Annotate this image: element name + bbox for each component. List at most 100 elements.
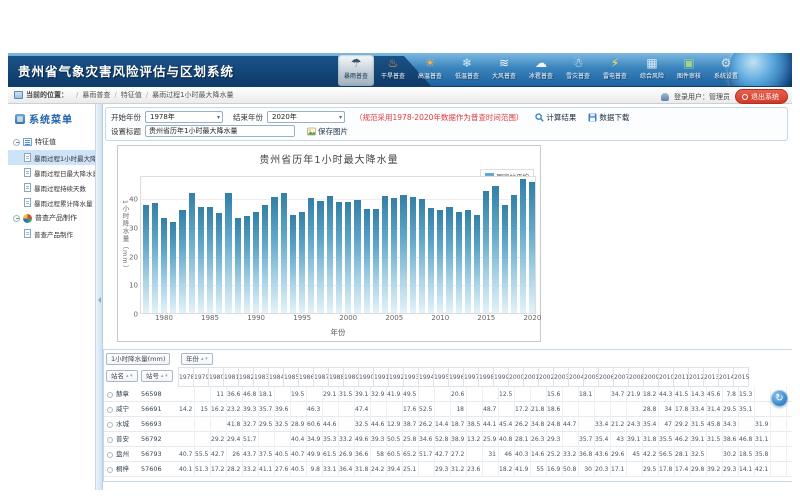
collapse-icon[interactable] bbox=[13, 139, 20, 146]
sidebar-splitter[interactable] bbox=[96, 104, 103, 490]
sidebar-item[interactable]: 暴雨过程累计降水量 bbox=[8, 195, 95, 210]
sidebar-item[interactable]: 暴雨过程1小时最大降水量 bbox=[8, 150, 95, 165]
year-sort-button[interactable]: 年份 ▴ ▾ bbox=[181, 353, 213, 365]
value-cell: 29.3 bbox=[723, 462, 739, 477]
bar-1994 bbox=[290, 215, 296, 313]
table-row: 桐梓5760640.151.317.228.233.241.127.640.59… bbox=[104, 462, 792, 477]
start-year-select[interactable]: 1978年 ▾ bbox=[145, 111, 223, 123]
row-select-radio[interactable] bbox=[107, 392, 113, 398]
calculate-button[interactable]: 计算结果 bbox=[535, 112, 576, 123]
value-cell: 31.8 bbox=[643, 432, 659, 447]
refresh-float-button[interactable]: ↻ bbox=[771, 390, 788, 407]
menu-grid-icon: ▦ bbox=[15, 114, 25, 124]
nav-item-lightning[interactable]: ⚡雷电普查 bbox=[597, 55, 633, 86]
station-id-sort-button[interactable]: 站号 ▴ ▾ bbox=[141, 370, 173, 382]
x-axis-label: 年份 bbox=[140, 327, 536, 338]
nav-item-label: 冰雹普查 bbox=[529, 72, 553, 80]
value-cell bbox=[323, 402, 339, 417]
nav-item-high-temp[interactable]: ☀高温普查 bbox=[412, 55, 448, 86]
bar-2012 bbox=[456, 212, 462, 313]
value-cell: 40.4 bbox=[291, 432, 307, 447]
nav-item-map-review[interactable]: ▣图件审核 bbox=[671, 55, 707, 86]
value-cell: 21.8 bbox=[531, 402, 547, 417]
row-select-radio[interactable] bbox=[107, 437, 113, 443]
value-cell: 45.8 bbox=[707, 417, 723, 432]
start-year-label: 开始年份 bbox=[111, 112, 141, 123]
value-cell: 29.5 bbox=[723, 402, 739, 417]
nav-item-hail[interactable]: ☁冰雹普查 bbox=[523, 55, 559, 86]
value-cell: 18.6 bbox=[547, 402, 563, 417]
value-cell bbox=[771, 447, 787, 462]
year-column-header: 1980 bbox=[208, 367, 224, 387]
year-column-header: 1979 bbox=[193, 367, 209, 387]
year-column-header: 1987 bbox=[313, 367, 329, 387]
download-button[interactable]: 数据下载 bbox=[588, 112, 629, 123]
breadcrumb-item[interactable]: 暴雨普查 bbox=[82, 91, 110, 99]
nav-item-snow[interactable]: ☃雪灾普查 bbox=[560, 55, 596, 86]
value-cell: 19.5 bbox=[291, 387, 307, 402]
value-cell: 34 bbox=[659, 402, 675, 417]
chart-title-input[interactable] bbox=[145, 125, 295, 137]
document-icon bbox=[24, 229, 31, 238]
sidebar-group-2[interactable]: 普查产品制作 bbox=[8, 210, 95, 226]
row-select-radio[interactable] bbox=[107, 422, 113, 428]
bar-1991 bbox=[262, 205, 268, 313]
collapse-arrow-icon bbox=[98, 297, 101, 303]
value-cell: 44.6 bbox=[371, 417, 387, 432]
row-select-radio[interactable] bbox=[107, 407, 113, 413]
breadcrumb-item[interactable]: 暴雨过程1小时最大降水量 bbox=[152, 91, 233, 99]
value-cell: 15 bbox=[195, 402, 211, 417]
metric-header-button[interactable]: 1小时降水量(mm) bbox=[106, 353, 170, 365]
row-select-radio[interactable] bbox=[107, 467, 113, 473]
image-icon bbox=[307, 127, 316, 136]
year-column-header: 1981 bbox=[223, 367, 239, 387]
collapse-icon[interactable] bbox=[13, 215, 20, 222]
value-cell bbox=[483, 462, 499, 477]
logout-button[interactable]: 退出系统 bbox=[735, 89, 788, 104]
filter-panel: 开始年份 1978年 ▾ 结束年份 2020年 ▾ （规范采用1978-2020… bbox=[105, 107, 788, 141]
value-cell bbox=[467, 447, 483, 462]
end-year-select[interactable]: 2020年 ▾ bbox=[267, 111, 345, 123]
value-cell: 14.6 bbox=[531, 447, 547, 462]
nav-item-label: 大风普查 bbox=[492, 72, 516, 80]
value-cell: 15.3 bbox=[739, 387, 755, 402]
value-cell: 27.2 bbox=[451, 447, 467, 462]
value-cell: 46.8 bbox=[739, 432, 755, 447]
bar-1993 bbox=[281, 193, 287, 313]
year-column-header: 2008 bbox=[628, 367, 644, 387]
nav-item-wind[interactable]: ≋大风普查 bbox=[486, 55, 522, 86]
sidebar-item[interactable]: 普查产品制作 bbox=[8, 226, 95, 241]
nav-item-low-temp[interactable]: ❄低温普查 bbox=[449, 55, 485, 86]
value-cell: 43 bbox=[611, 432, 627, 447]
year-column-header: 2010 bbox=[658, 367, 674, 387]
sidebar-item[interactable]: 暴雨过程日最大降水量 bbox=[8, 165, 95, 180]
drought-icon: ♨ bbox=[388, 55, 399, 72]
bar-1979 bbox=[152, 203, 158, 313]
value-cell: 16.9 bbox=[547, 462, 563, 477]
year-column-header: 1992 bbox=[388, 367, 404, 387]
nav-item-risk[interactable]: ▦综合风险 bbox=[634, 55, 670, 86]
sidebar-group-label: 特征值 bbox=[35, 137, 56, 147]
value-cell: 65.2 bbox=[403, 447, 419, 462]
value-cell: 23.6 bbox=[467, 462, 483, 477]
row-select-radio[interactable] bbox=[107, 452, 113, 458]
bar-1998 bbox=[327, 196, 333, 313]
bar-1990 bbox=[253, 212, 259, 313]
nav-item-rainstorm[interactable]: ☂暴雨普查 bbox=[338, 55, 374, 86]
nav-item-drought[interactable]: ♨干旱普查 bbox=[375, 55, 411, 86]
station-id-cell: 57606 bbox=[141, 462, 162, 477]
x-tick-label: 1985 bbox=[201, 315, 219, 322]
value-cell: 28.1 bbox=[675, 447, 691, 462]
risk-icon: ▦ bbox=[646, 55, 657, 72]
sidebar-group-1[interactable]: 特征值 bbox=[8, 134, 95, 150]
breadcrumb-item[interactable]: 特征值 bbox=[121, 91, 142, 99]
value-cell: 15.6 bbox=[547, 387, 563, 402]
value-cell: 34.8 bbox=[531, 417, 547, 432]
y-tick-label: 0 bbox=[134, 312, 138, 319]
station-name-sort-button[interactable]: 站名 ▴ ▾ bbox=[106, 370, 138, 382]
save-image-button[interactable]: 保存图片 bbox=[307, 126, 348, 137]
settings-icon: ⚙ bbox=[721, 55, 732, 72]
sidebar-item[interactable]: 暴雨过程持续天数 bbox=[8, 180, 95, 195]
station-id-cell: 56693 bbox=[141, 417, 162, 432]
nav-item-settings[interactable]: ⚙系统设置 bbox=[708, 55, 744, 86]
